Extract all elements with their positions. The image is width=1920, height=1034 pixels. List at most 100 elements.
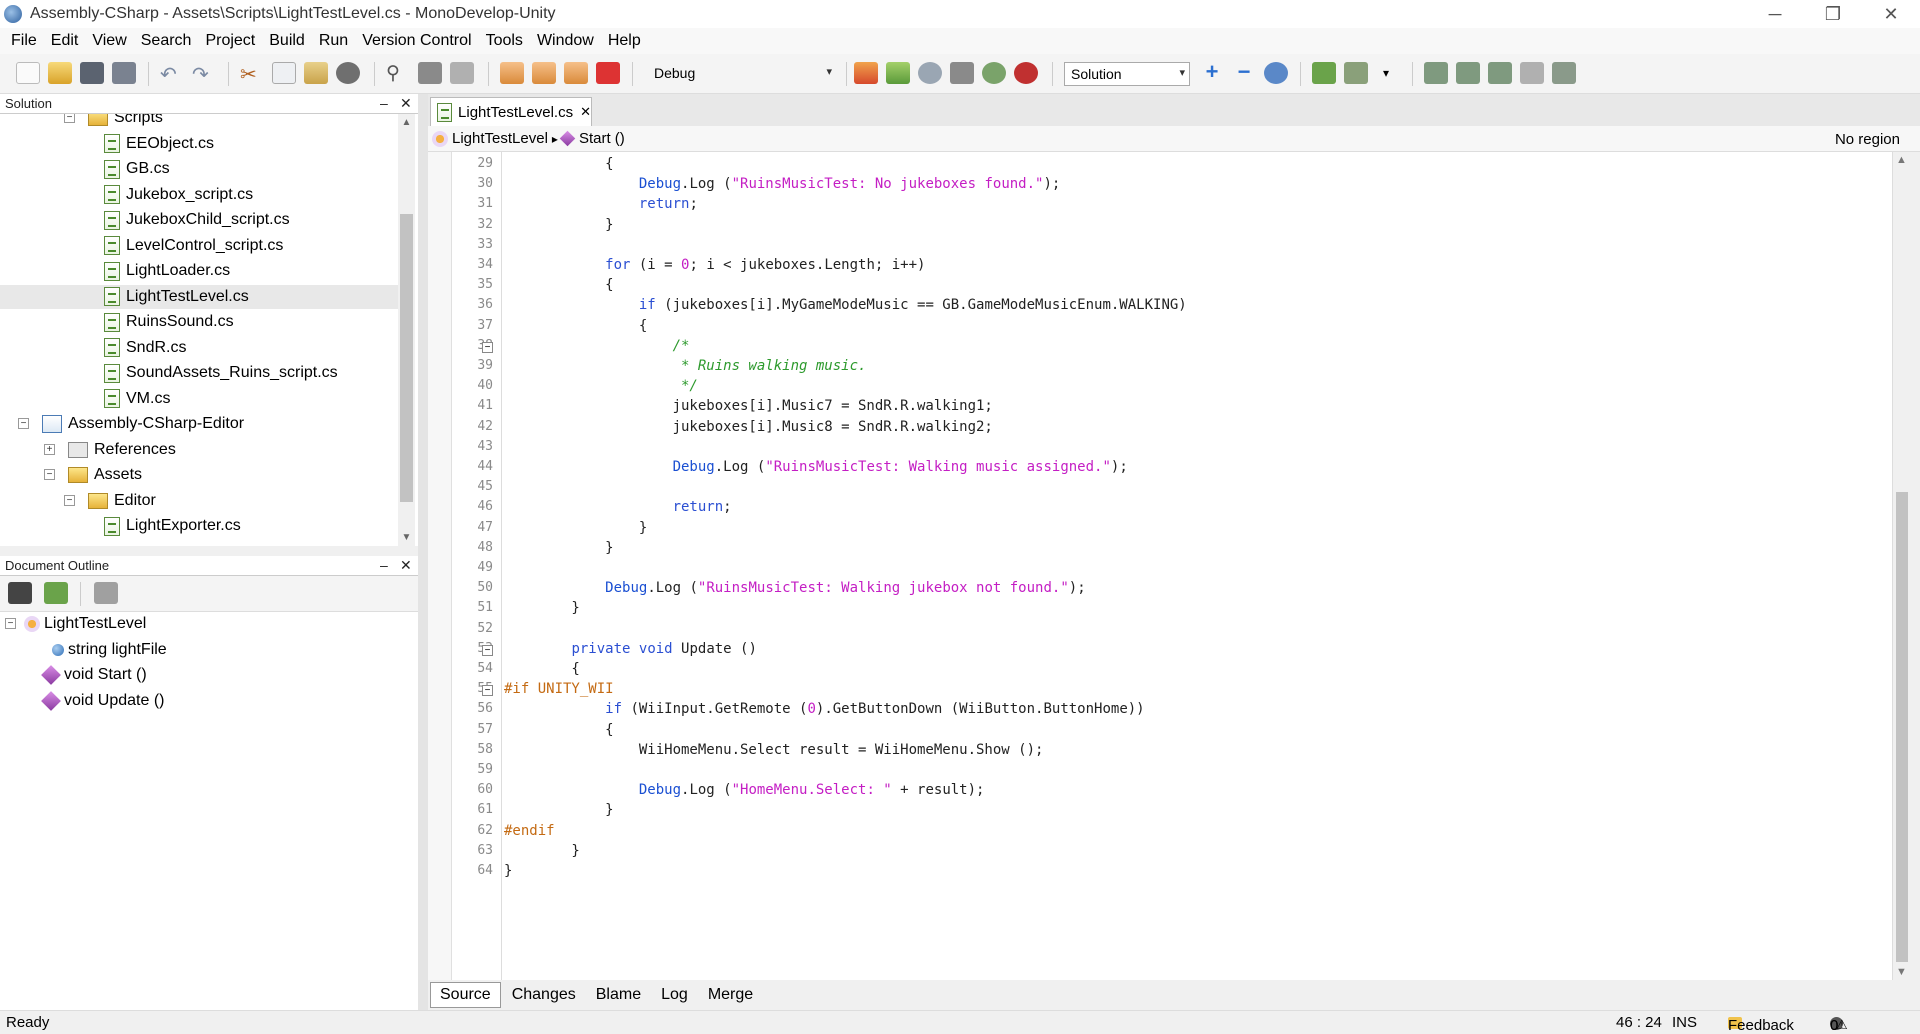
panel-splitter[interactable]: [418, 94, 428, 1010]
collapse-icon[interactable]: −: [44, 469, 55, 480]
minimize-button[interactable]: ─: [1746, 0, 1804, 28]
breadcrumb-class[interactable]: LightTestLevel: [452, 130, 548, 147]
scroll-down-icon[interactable]: ▼: [398, 529, 415, 546]
layout-icon[interactable]: [1552, 62, 1576, 84]
outline-method-item[interactable]: void Start (): [0, 663, 418, 687]
menu-search[interactable]: Search: [134, 32, 199, 50]
tab-lighttestlevel[interactable]: LightTestLevel.cs ✕: [430, 97, 592, 126]
copy-icon[interactable]: [272, 62, 296, 84]
menu-version-control[interactable]: Version Control: [355, 32, 478, 50]
cut-icon[interactable]: ✂: [240, 62, 264, 86]
step-icon[interactable]: [950, 62, 974, 84]
menu-build[interactable]: Build: [262, 32, 312, 50]
panel-close-button[interactable]: ✕: [400, 95, 412, 112]
menu-edit[interactable]: Edit: [44, 32, 86, 50]
menu-run[interactable]: Run: [312, 32, 355, 50]
vcs-update-icon[interactable]: [1312, 62, 1336, 84]
tree-file-item[interactable]: LevelControl_script.cs: [0, 234, 398, 258]
chevron-down-icon[interactable]: ▾: [1374, 62, 1398, 84]
build-icon[interactable]: [854, 62, 878, 84]
bookmark-icon[interactable]: [500, 62, 524, 84]
rebuild-icon[interactable]: [886, 62, 910, 84]
tree-project-item[interactable]: − Assembly-CSharp-Editor: [0, 412, 398, 436]
close-icon[interactable]: ✕: [580, 104, 591, 120]
tree-file-item[interactable]: SndR.cs: [0, 336, 398, 360]
paste-icon[interactable]: [304, 62, 328, 84]
expand-icon[interactable]: +: [44, 443, 55, 455]
tab-blame[interactable]: Blame: [587, 983, 650, 1007]
tree-refs-item[interactable]: + References: [0, 438, 398, 462]
code-editor[interactable]: 2930313233343536373839404142434445464748…: [428, 152, 1892, 980]
panel-minimize-button[interactable]: –: [380, 557, 388, 573]
collapse-icon[interactable]: −: [64, 114, 75, 123]
region-selector[interactable]: No region: [1835, 131, 1900, 148]
menu-tools[interactable]: Tools: [479, 32, 530, 50]
layout-icon[interactable]: [1456, 62, 1480, 84]
fold-marker-icon[interactable]: −: [482, 341, 493, 353]
menu-help[interactable]: Help: [601, 32, 648, 50]
tab-source[interactable]: Source: [430, 982, 501, 1008]
fold-marker-icon[interactable]: −: [482, 685, 493, 697]
tree-file-item[interactable]: RuinsSound.cs: [0, 310, 398, 334]
collapse-icon[interactable]: −: [18, 418, 29, 429]
tree-file-item[interactable]: GB.cs: [0, 157, 398, 181]
code-area[interactable]: { Debug.Log ("RuinsMusicTest: No jukebox…: [504, 152, 1884, 980]
tree-file-item[interactable]: EEObject.cs: [0, 132, 398, 156]
scroll-up-icon[interactable]: ▲: [398, 114, 415, 131]
panel-minimize-button[interactable]: –: [380, 95, 388, 111]
replace-icon[interactable]: [450, 62, 474, 84]
close-window-button[interactable]: ✕: [1862, 0, 1920, 28]
attach-icon[interactable]: [918, 62, 942, 84]
tab-changes[interactable]: Changes: [503, 983, 585, 1007]
tree-file-item[interactable]: LightTestLevel.cs: [0, 284, 398, 309]
tree-folder-item[interactable]: − Editor: [0, 489, 398, 513]
layout-icon[interactable]: [1424, 62, 1448, 84]
settings-icon[interactable]: [94, 582, 118, 604]
tree-file-item[interactable]: Jukebox_script.cs: [0, 183, 398, 207]
sync-icon[interactable]: [1264, 62, 1288, 84]
minus-icon[interactable]: −: [1232, 61, 1256, 84]
collapse-icon[interactable]: −: [5, 618, 16, 629]
solution-combo[interactable]: Solution ▾: [1064, 62, 1190, 86]
next-bookmark-icon[interactable]: [564, 62, 588, 84]
save-icon[interactable]: [80, 62, 104, 84]
fold-marker-icon[interactable]: −: [482, 644, 493, 656]
new-file-icon[interactable]: [16, 62, 40, 84]
outline-class-item[interactable]: − LightTestLevel: [0, 612, 418, 636]
run-icon[interactable]: [982, 62, 1006, 84]
configuration-combo[interactable]: Debug ▾: [648, 62, 836, 86]
scroll-thumb[interactable]: [1896, 492, 1908, 962]
tree-file-item[interactable]: LightExporter.cs: [0, 514, 398, 538]
breadcrumb-method[interactable]: Start (): [579, 130, 625, 147]
menu-window[interactable]: Window: [530, 32, 601, 50]
undo-icon[interactable]: ↶: [160, 62, 184, 86]
layout-icon[interactable]: [1488, 62, 1512, 84]
save-all-icon[interactable]: [112, 62, 136, 84]
outline-method-item[interactable]: void Update (): [0, 689, 418, 713]
pause-icon[interactable]: [1520, 62, 1544, 84]
editor-scrollbar[interactable]: ▲ ▼: [1892, 152, 1910, 980]
find-binoculars-icon[interactable]: [418, 62, 442, 84]
scroll-thumb[interactable]: [400, 214, 413, 502]
restore-button[interactable]: ❐: [1804, 0, 1862, 28]
vcs-commit-icon[interactable]: [1344, 62, 1368, 84]
open-folder-icon[interactable]: [48, 62, 72, 84]
outline-list-icon[interactable]: [8, 582, 32, 604]
tree-folder-item[interactable]: − Scripts: [0, 114, 398, 130]
tree-file-item[interactable]: LightLoader.cs: [0, 259, 398, 283]
tree-file-item[interactable]: VM.cs: [0, 387, 398, 411]
tree-file-item[interactable]: SoundAssets_Ruins_script.cs: [0, 361, 398, 385]
tree-file-item[interactable]: JukeboxChild_script.cs: [0, 208, 398, 232]
tree-folder-item[interactable]: − Assets: [0, 463, 398, 487]
search-icon[interactable]: ⚲: [386, 62, 410, 84]
plus-icon[interactable]: +: [1200, 61, 1224, 84]
redo-icon[interactable]: ↷: [192, 62, 216, 86]
solution-scrollbar[interactable]: ▲ ▼: [398, 114, 415, 546]
previous-bookmark-icon[interactable]: [532, 62, 556, 84]
delete-icon[interactable]: [336, 62, 360, 84]
panel-close-button[interactable]: ✕: [400, 557, 412, 574]
scroll-down-icon[interactable]: ▼: [1896, 966, 1907, 978]
clear-bookmarks-icon[interactable]: [596, 62, 620, 84]
collapse-icon[interactable]: −: [64, 494, 75, 506]
menu-file[interactable]: File: [4, 32, 44, 50]
